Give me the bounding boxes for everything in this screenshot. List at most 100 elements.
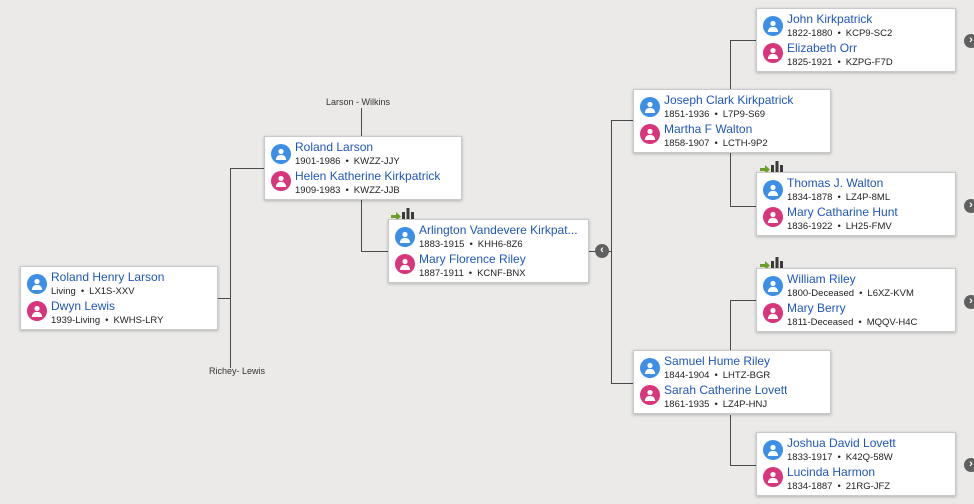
person-gen4b-husband[interactable]: Thomas J. Walton 1834-1878 • LZ4P-8ML xyxy=(757,176,955,205)
lifespan: 1909-1983 xyxy=(295,185,341,196)
person-id[interactable]: LZ4P-HNJ xyxy=(723,399,767,410)
couple-card-root[interactable]: Roland Henry Larson Living • LX1S-XXV Dwyn… xyxy=(20,266,218,330)
person-id[interactable]: L7P9-S69 xyxy=(723,109,765,120)
person-name-link[interactable]: Mary Catharine Hunt xyxy=(787,205,898,219)
connector xyxy=(230,168,264,169)
female-avatar-icon xyxy=(640,124,660,144)
person-meta: 1939-Living • KWHS-LRY xyxy=(51,315,163,326)
person-gen4c-husband[interactable]: William Riley 1800-Deceased • L6XZ-KVM xyxy=(757,272,955,301)
person-meta: 1909-1983 • KWZZ-JJB xyxy=(295,185,400,196)
person-name-link[interactable]: Mary Florence Riley xyxy=(419,252,526,266)
chevron-right-icon[interactable]: › xyxy=(964,458,974,472)
person-id[interactable]: LHTZ-BGR xyxy=(723,370,771,381)
separator: • xyxy=(345,156,349,167)
record-hints[interactable] xyxy=(760,159,786,174)
person-name-link[interactable]: Roland Henry Larson xyxy=(51,270,164,284)
person-root-wife[interactable]: Dwyn Lewis 1939-Living • KWHS-LRY xyxy=(21,299,217,328)
lifespan: 1834-1878 xyxy=(787,192,833,203)
lifespan: 1834-1887 xyxy=(787,481,833,492)
person-gen3a-wife[interactable]: Martha F Walton 1858-1907 • LCTH-9P2 xyxy=(634,122,830,151)
couple-card-gen4b[interactable]: Thomas J. Walton 1834-1878 • LZ4P-8ML Mary… xyxy=(756,172,956,236)
person-name-link[interactable]: Helen Katherine Kirkpatrick xyxy=(295,169,440,183)
person-gen1-wife[interactable]: Helen Katherine Kirkpatrick 1909-1983 • KW… xyxy=(265,169,461,198)
person-name-link[interactable]: Samuel Hume Riley xyxy=(664,354,770,368)
separator: • xyxy=(80,286,85,297)
female-avatar-icon xyxy=(640,385,660,405)
couple-card-gen1[interactable]: Roland Larson 1901-1986 • KWZZ-JJY Helen K… xyxy=(264,136,462,200)
person-id[interactable]: KCNF-BNX xyxy=(477,268,526,279)
person-name-link[interactable]: Lucinda Harmon xyxy=(787,465,875,479)
person-root-husband[interactable]: Roland Henry Larson Living • LX1S-XXV xyxy=(21,270,217,299)
person-gen1-husband[interactable]: Roland Larson 1901-1986 • KWZZ-JJY xyxy=(265,140,461,169)
person-id[interactable]: MQQV-H4C xyxy=(867,317,918,328)
person-id[interactable]: LZ4P-8ML xyxy=(846,192,890,203)
person-gen2-husband[interactable]: Arlington Vandevere Kirkpat... 1883-1915… xyxy=(389,223,588,252)
chevron-right-icon[interactable]: › xyxy=(964,295,974,309)
lifespan: 1825-1921 xyxy=(787,57,833,68)
lifespan: 1811-Deceased xyxy=(787,317,854,328)
person-gen4a-husband[interactable]: John Kirkpatrick 1822-1880 • KCP9-SC2 xyxy=(757,12,955,41)
connector xyxy=(730,152,731,206)
couple-card-gen4d[interactable]: Joshua David Lovett 1833-1917 • K42Q-58W L… xyxy=(756,432,956,496)
connector xyxy=(730,206,756,207)
person-gen4a-wife[interactable]: Elizabeth Orr 1825-1921 • KZPG-F7D xyxy=(757,41,955,70)
person-name-link[interactable]: Elizabeth Orr xyxy=(787,41,857,55)
person-meta: 1851-1936 • L7P9-S69 xyxy=(664,109,765,120)
lifespan: 1800-Deceased xyxy=(787,288,855,299)
person-id[interactable]: KWZZ-JJY xyxy=(354,156,400,167)
person-id[interactable]: LCTH-9P2 xyxy=(723,138,768,149)
person-name-link[interactable]: John Kirkpatrick xyxy=(787,12,872,26)
record-hints[interactable] xyxy=(760,255,786,270)
female-avatar-icon xyxy=(271,171,291,191)
person-meta: 1811-Deceased • MQQV-H4C xyxy=(787,317,917,328)
person-gen4c-wife[interactable]: Mary Berry 1811-Deceased • MQQV-H4C xyxy=(757,301,955,330)
person-meta: 1836-1922 • LH25-FMV xyxy=(787,221,892,232)
person-id[interactable]: K42Q-58W xyxy=(846,452,893,463)
person-id[interactable]: KCP9-SC2 xyxy=(846,28,892,39)
lifespan: 1851-1936 xyxy=(664,109,710,120)
couple-card-gen4c[interactable]: William Riley 1800-Deceased • L6XZ-KVM Mar… xyxy=(756,268,956,332)
chevron-right-icon[interactable]: › xyxy=(964,199,974,213)
chevron-right-icon[interactable]: › xyxy=(964,34,974,48)
person-name-link[interactable]: Joshua David Lovett xyxy=(787,436,896,450)
person-meta: 1901-1986 • KWZZ-JJY xyxy=(295,156,400,167)
person-name-link[interactable]: Martha F Walton xyxy=(664,122,752,136)
person-gen3b-husband[interactable]: Samuel Hume Riley 1844-1904 • LHTZ-BGR xyxy=(634,354,830,383)
separator: • xyxy=(468,268,473,279)
person-meta: 1887-1911 • KCNF-BNX xyxy=(419,268,526,279)
person-name-link[interactable]: Arlington Vandevere Kirkpat... xyxy=(419,223,578,237)
person-id[interactable]: 21RG-JFZ xyxy=(846,481,890,492)
person-name-link[interactable]: Dwyn Lewis xyxy=(51,299,115,313)
person-id[interactable]: LH25-FMV xyxy=(846,221,892,232)
person-gen2-wife[interactable]: Mary Florence Riley 1887-1911 • KCNF-BNX xyxy=(389,252,588,281)
male-avatar-icon xyxy=(763,440,783,460)
person-name-link[interactable]: Thomas J. Walton xyxy=(787,176,883,190)
female-avatar-icon xyxy=(395,254,415,274)
person-gen4d-husband[interactable]: Joshua David Lovett 1833-1917 • K42Q-58W xyxy=(757,436,955,465)
couple-card-gen3a[interactable]: Joseph Clark Kirkpatrick 1851-1936 • L7P9-… xyxy=(633,89,831,153)
male-avatar-icon xyxy=(271,144,291,164)
person-id[interactable]: KZPG-F7D xyxy=(846,57,893,68)
person-id[interactable]: KHH6-8Z6 xyxy=(478,239,523,250)
person-id[interactable]: L6XZ-KVM xyxy=(867,288,913,299)
person-name-link[interactable]: Joseph Clark Kirkpatrick xyxy=(664,93,793,107)
separator: • xyxy=(858,317,862,328)
couple-card-gen3b[interactable]: Samuel Hume Riley 1844-1904 • LHTZ-BGR Sar… xyxy=(633,350,831,414)
lifespan: 1836-1922 xyxy=(787,221,833,232)
person-id[interactable]: KWZZ-JJB xyxy=(354,185,400,196)
couple-card-gen4a[interactable]: John Kirkpatrick 1822-1880 • KCP9-SC2 Eliz… xyxy=(756,8,956,72)
person-gen3b-wife[interactable]: Sarah Catherine Lovett 1861-1935 • LZ4P-HN… xyxy=(634,383,830,412)
person-id[interactable]: LX1S-XXV xyxy=(89,286,134,297)
person-gen4d-wife[interactable]: Lucinda Harmon 1834-1887 • 21RG-JFZ xyxy=(757,465,955,494)
lifespan: 1861-1935 xyxy=(664,399,710,410)
person-gen3a-husband[interactable]: Joseph Clark Kirkpatrick 1851-1936 • L7P9-… xyxy=(634,93,830,122)
record-hints[interactable] xyxy=(391,206,417,221)
person-gen4b-wife[interactable]: Mary Catharine Hunt 1836-1922 • LH25-FMV xyxy=(757,205,955,234)
person-name-link[interactable]: Sarah Catherine Lovett xyxy=(664,383,787,397)
chevron-left-icon[interactable]: ‹ xyxy=(595,244,609,258)
couple-card-gen2[interactable]: Arlington Vandevere Kirkpat... 1883-1915… xyxy=(388,219,589,283)
person-id[interactable]: KWHS-LRY xyxy=(113,315,163,326)
person-name-link[interactable]: William Riley xyxy=(787,272,856,286)
person-name-link[interactable]: Mary Berry xyxy=(787,301,846,315)
person-name-link[interactable]: Roland Larson xyxy=(295,140,373,154)
